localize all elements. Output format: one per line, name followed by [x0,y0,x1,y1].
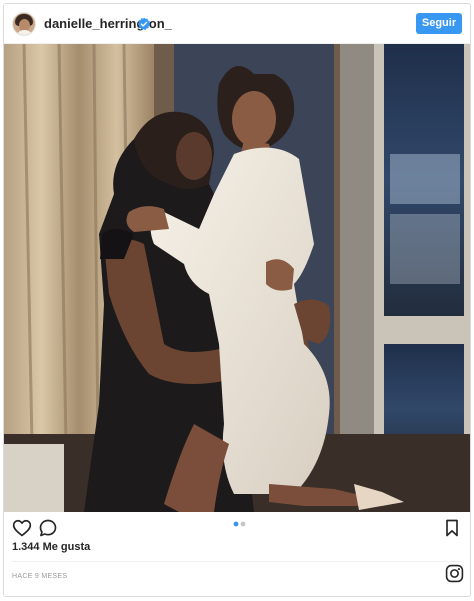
comment-icon[interactable] [38,518,58,538]
verified-badge-icon [137,17,151,31]
likes-count[interactable]: 1.344 Me gusta [12,540,90,554]
post-header: danielle_herrington_ Seguir [4,4,470,44]
bookmark-icon[interactable] [442,518,462,538]
instagram-embed-card: danielle_herrington_ Seguir 1.344 Me gus… [3,3,471,597]
post-timestamp[interactable]: HACE 9 MESES [12,572,67,581]
divider [12,561,462,562]
heart-icon[interactable] [12,518,32,538]
carousel-dots [233,521,246,527]
post-photo-illustration [4,44,470,512]
carousel-dot [240,521,246,527]
carousel-dot-active [233,521,239,527]
avatar[interactable] [12,12,36,36]
instagram-logo-icon[interactable] [445,564,464,583]
post-photo[interactable] [4,44,470,512]
follow-button[interactable]: Seguir [416,13,462,34]
username-link[interactable]: danielle_herrington_ [44,16,172,32]
